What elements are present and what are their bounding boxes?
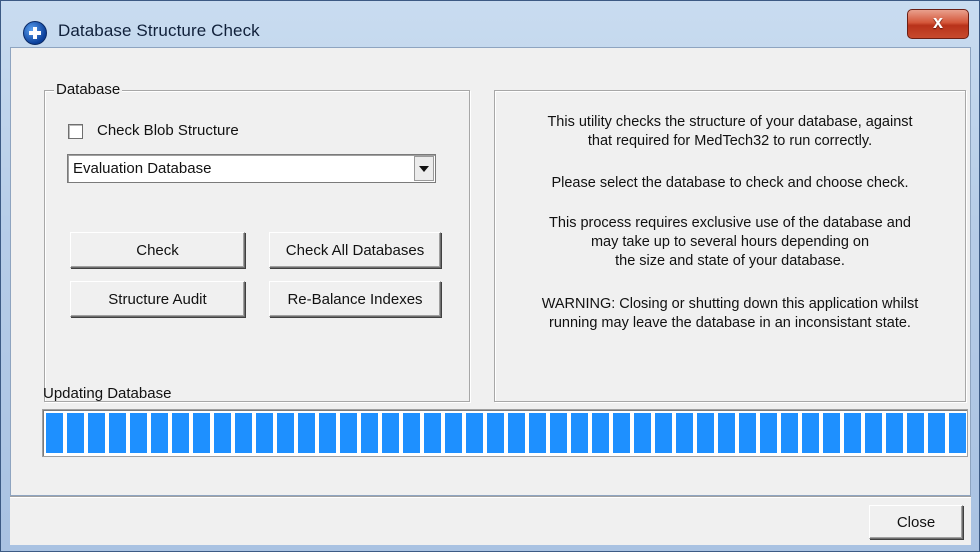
progress-segment xyxy=(844,413,861,453)
footer-bar: Close xyxy=(10,498,971,545)
progress-segment xyxy=(403,413,420,453)
check-all-databases-button[interactable]: Check All Databases xyxy=(269,232,441,268)
progress-segment xyxy=(781,413,798,453)
window-close-button[interactable]: x xyxy=(907,9,969,39)
description-line: the size and state of your database. xyxy=(615,253,845,269)
close-icon: x xyxy=(932,12,943,32)
description-line: may take up to several hours depending o… xyxy=(590,234,870,250)
dialog-client-area: Database Check Blob Structure Evaluation… xyxy=(10,47,971,496)
progress-segment xyxy=(151,413,168,453)
description-warning-line: running may leave the database in an inc… xyxy=(549,315,911,331)
progress-segment xyxy=(550,413,567,453)
progress-segment xyxy=(256,413,273,453)
progress-segment xyxy=(424,413,441,453)
progress-segment xyxy=(613,413,630,453)
description-panel: This utility checks the structure of you… xyxy=(494,90,966,402)
database-select-value: Evaluation Database xyxy=(73,160,212,177)
progress-segment xyxy=(382,413,399,453)
progress-segment xyxy=(67,413,84,453)
progress-segment xyxy=(361,413,378,453)
progress-segment xyxy=(697,413,714,453)
progress-segment xyxy=(865,413,882,453)
close-button[interactable]: Close xyxy=(869,505,963,539)
progress-segment xyxy=(340,413,357,453)
chevron-down-icon xyxy=(419,166,429,172)
progress-bar xyxy=(42,409,968,457)
progress-segment xyxy=(907,413,924,453)
progress-segment xyxy=(634,413,651,453)
progress-segment xyxy=(319,413,336,453)
progress-segment xyxy=(802,413,819,453)
description-line: that required for MedTech32 to run corre… xyxy=(587,133,873,149)
progress-segment xyxy=(277,413,294,453)
check-button[interactable]: Check xyxy=(70,232,245,268)
progress-segment xyxy=(487,413,504,453)
progress-segment xyxy=(949,413,966,453)
progress-segment xyxy=(172,413,189,453)
progress-segment xyxy=(298,413,315,453)
progress-segment xyxy=(760,413,777,453)
progress-segment xyxy=(886,413,903,453)
progress-segment xyxy=(823,413,840,453)
progress-segment xyxy=(445,413,462,453)
description-line: This process requires exclusive use of t… xyxy=(549,215,911,231)
progress-segment xyxy=(508,413,525,453)
progress-segment xyxy=(466,413,483,453)
progress-segment xyxy=(109,413,126,453)
check-blob-structure-checkbox[interactable] xyxy=(68,124,83,139)
check-blob-structure-label[interactable]: Check Blob Structure xyxy=(97,122,239,139)
description-line: Please select the database to check and … xyxy=(551,175,909,191)
description-line: This utility checks the structure of you… xyxy=(547,114,913,130)
progress-segment xyxy=(193,413,210,453)
progress-segment xyxy=(655,413,672,453)
progress-segment xyxy=(88,413,105,453)
database-select[interactable]: Evaluation Database xyxy=(67,154,436,183)
progress-segment xyxy=(718,413,735,453)
description-warning-line: WARNING: Closing or shutting down this a… xyxy=(541,296,919,312)
progress-segment xyxy=(130,413,147,453)
dialog-window: Database Structure Check x Database Chec… xyxy=(0,0,980,552)
rebalance-indexes-button[interactable]: Re-Balance Indexes xyxy=(269,281,441,317)
database-group-label: Database xyxy=(54,81,123,98)
progress-segment xyxy=(592,413,609,453)
structure-audit-button[interactable]: Structure Audit xyxy=(70,281,245,317)
progress-segment xyxy=(928,413,945,453)
progress-segment xyxy=(214,413,231,453)
progress-segment xyxy=(739,413,756,453)
progress-segment xyxy=(676,413,693,453)
window-title: Database Structure Check xyxy=(58,21,260,40)
progress-segment xyxy=(529,413,546,453)
app-cross-icon xyxy=(23,21,47,45)
progress-segment xyxy=(46,413,63,453)
progress-segment xyxy=(235,413,252,453)
progress-fill xyxy=(46,413,970,453)
dropdown-button[interactable] xyxy=(414,156,434,181)
progress-segment xyxy=(571,413,588,453)
progress-label: Updating Database xyxy=(43,385,172,402)
